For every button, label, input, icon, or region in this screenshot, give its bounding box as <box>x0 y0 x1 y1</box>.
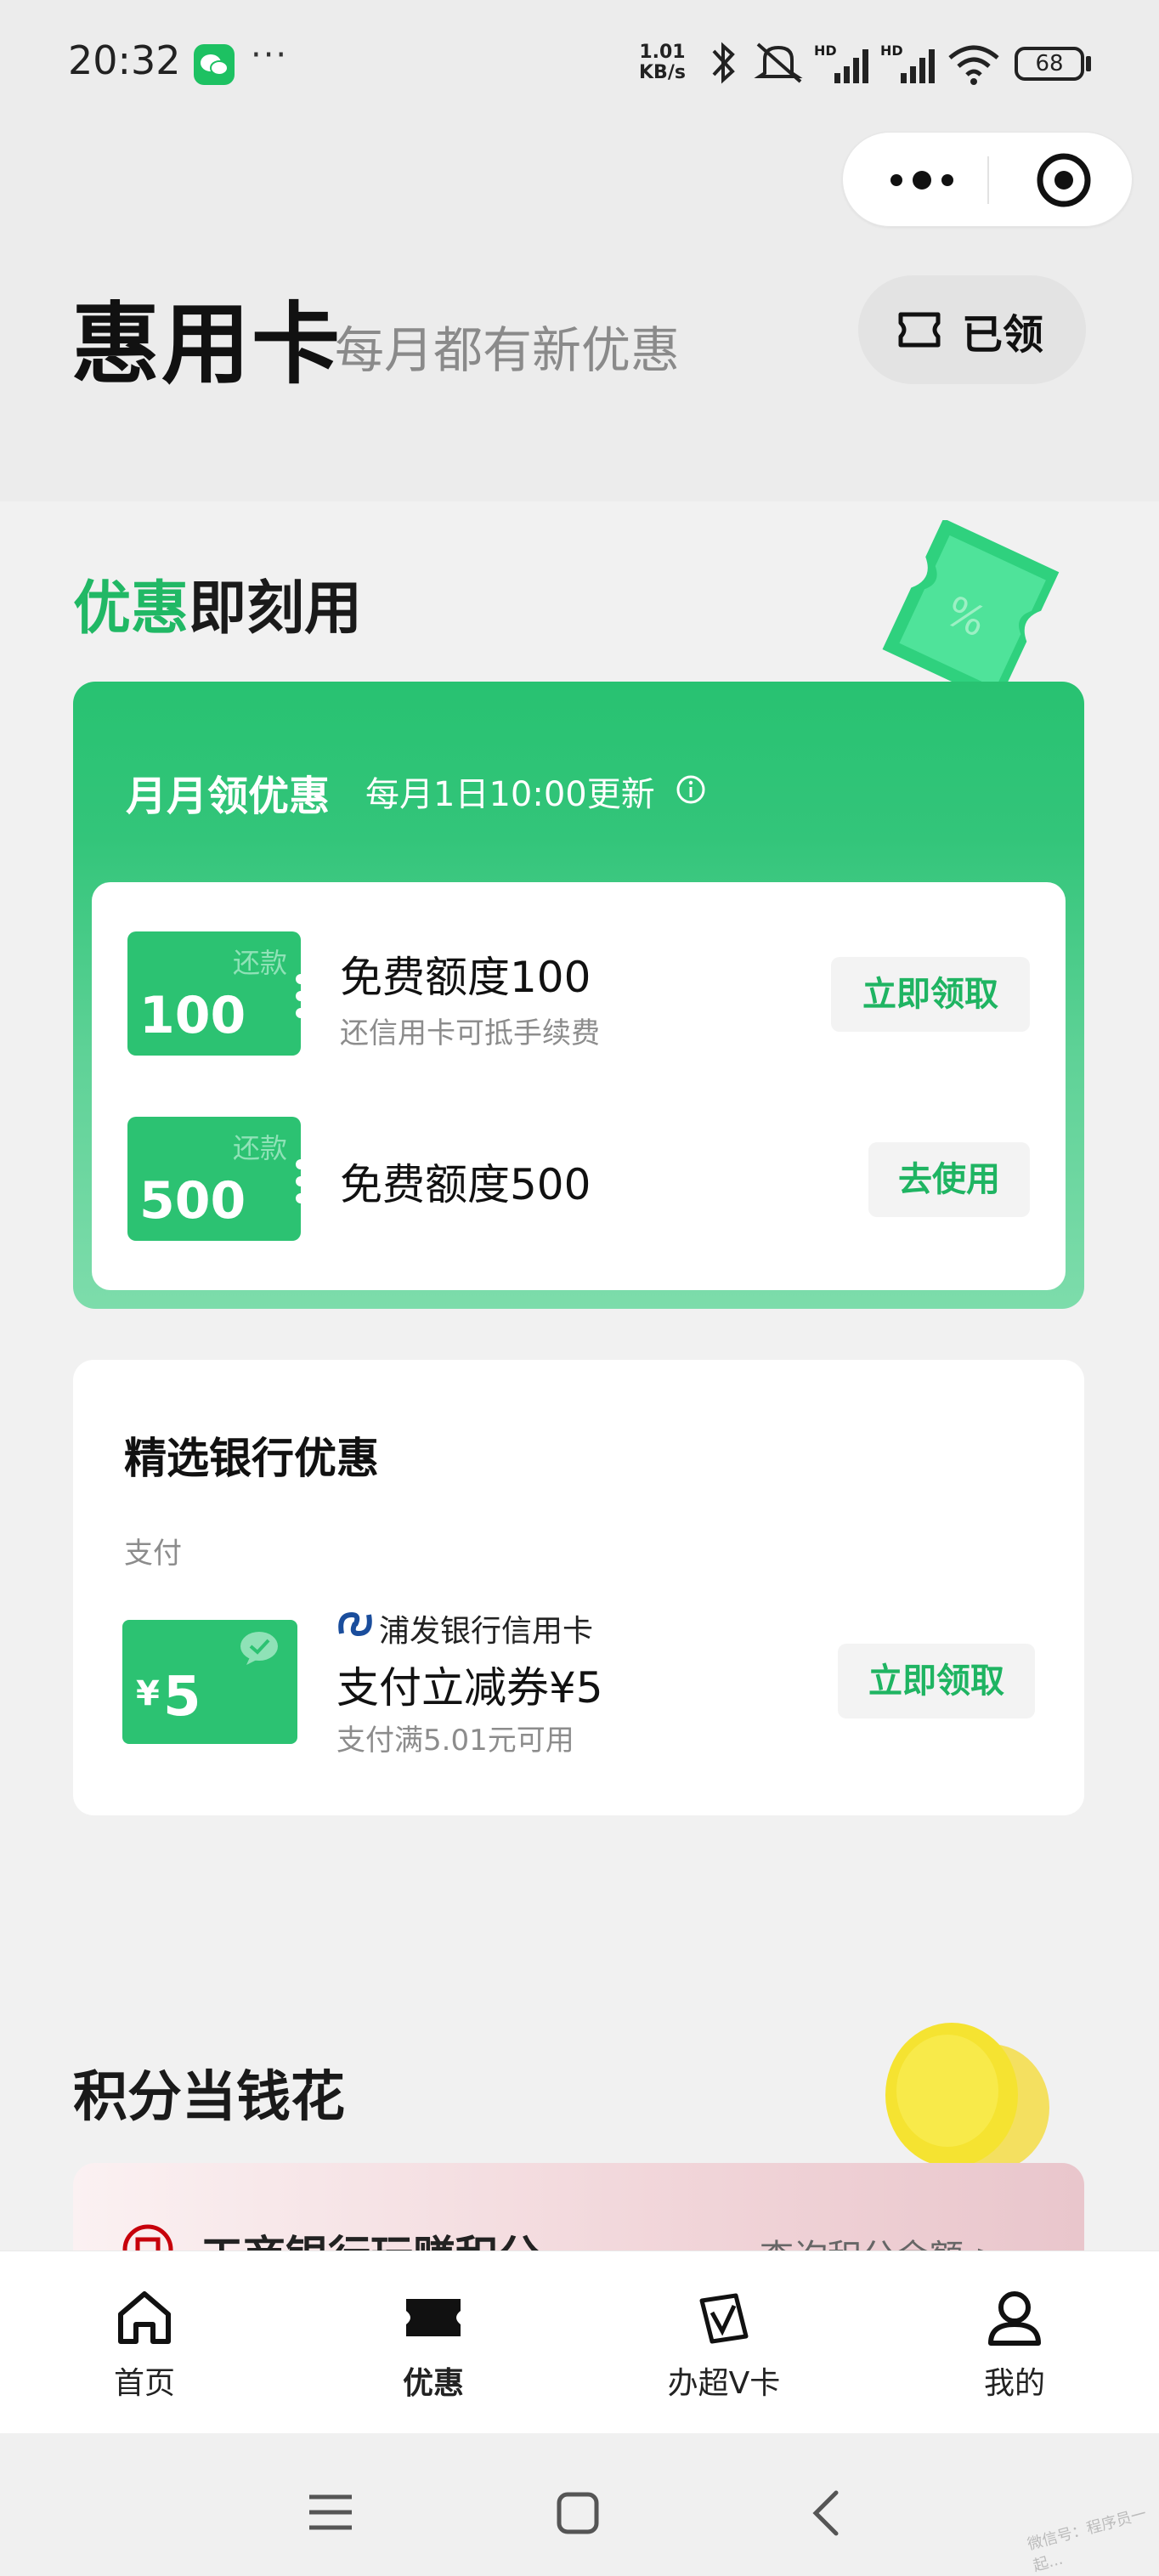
more-menu-button[interactable] <box>884 161 960 199</box>
payment-coupon: ¥ 5 <box>122 1620 297 1744</box>
net-speed-value: 1.01 <box>639 42 686 63</box>
offer-title: 免费额度500 <box>340 1160 591 1209</box>
tab-offers[interactable]: 优惠 <box>340 2251 527 2434</box>
coupon-amount: 5 <box>163 1666 201 1729</box>
tab-vcard[interactable]: 办超V卡 <box>630 2251 817 2434</box>
back-icon[interactable] <box>809 2489 843 2537</box>
coupon-notch <box>296 1176 306 1186</box>
tab-label: 首页 <box>113 2366 175 2401</box>
monthly-offers-list: 还款 100 免费额度100 还信用卡可抵手续费 立即领取 还款 500 免费额… <box>92 882 1066 1290</box>
repay-coupon: 还款 100 <box>127 931 306 1056</box>
repay-coupon: 还款 500 <box>127 1117 306 1241</box>
coupon-notch <box>296 974 306 984</box>
section-title-rest: 即刻用 <box>189 575 363 643</box>
bank-offers-category: 支付 <box>124 1537 182 1571</box>
bank-offers-title: 精选银行优惠 <box>124 1434 379 1483</box>
wechat-pay-icon <box>240 1632 278 1665</box>
section-title-highlight: 优惠 <box>73 575 189 643</box>
battery-icon: 68 <box>1015 47 1084 81</box>
close-miniprogram-button[interactable] <box>1035 151 1093 209</box>
offer-desc: 还信用卡可抵手续费 <box>340 1016 600 1050</box>
coupon-notch <box>296 1159 306 1169</box>
offer-title: 免费额度100 <box>340 953 591 1002</box>
status-bar: 20:32 ··· 1.01 KB/s HD HD 68 <box>0 0 1159 127</box>
signal-icon <box>901 49 935 83</box>
coupon-notch <box>296 1008 306 1018</box>
battery-cap <box>1086 56 1091 71</box>
capsule-divider <box>987 156 989 204</box>
coupon-decoration-icon: % <box>882 520 1060 690</box>
payment-offer-title: 支付立减券¥5 <box>336 1663 603 1713</box>
more-icon: ··· <box>251 36 289 75</box>
status-time: 20:32 <box>68 37 181 83</box>
coupon-amount: 500 <box>139 1171 246 1231</box>
coupon-notch <box>296 991 306 1001</box>
bank-offers-card: 精选银行优惠 支付 ¥ 5 浦发银行信用卡 支付立减券¥5 支付满5.01元可用… <box>73 1360 1084 1815</box>
coupon-tag: 还款 <box>232 1132 287 1164</box>
target-icon <box>1037 153 1091 207</box>
home-square-icon[interactable] <box>556 2491 600 2535</box>
miniprogram-capsule <box>842 132 1133 227</box>
claimed-label: 已领 <box>962 311 1044 359</box>
bank-name: 浦发银行信用卡 <box>379 1614 594 1649</box>
payment-offer-desc: 支付满5.01元可用 <box>336 1724 574 1758</box>
page-title: 惠用卡 <box>71 292 342 396</box>
bottom-tabbar: 首页 优惠 办超V卡 我的 <box>0 2250 1159 2434</box>
claim-now-button[interactable]: 立即领取 <box>831 957 1030 1032</box>
spdb-logo-icon <box>338 1611 372 1637</box>
monthly-offers-card: 月月领优惠 每月1日10:00更新 还款 100 免费额度100 还信用卡可抵手… <box>73 682 1084 1309</box>
user-icon <box>988 2291 1041 2346</box>
tab-me[interactable]: 我的 <box>921 2251 1108 2434</box>
signal-icon <box>834 49 868 83</box>
claimed-button[interactable]: 已领 <box>858 275 1086 384</box>
bluetooth-icon <box>712 42 735 84</box>
tab-label: 优惠 <box>402 2366 464 2401</box>
coupon-tag: 还款 <box>232 947 287 979</box>
info-icon[interactable] <box>675 773 707 806</box>
cards-icon <box>699 2293 749 2344</box>
coupon-currency: ¥ <box>136 1674 160 1713</box>
claim-payment-coupon-button[interactable]: 立即领取 <box>838 1644 1035 1718</box>
tab-label: 我的 <box>983 2366 1045 2401</box>
page-subtitle: 每月都有新优惠 <box>335 321 681 379</box>
net-speed-unit: KB/s <box>639 62 686 83</box>
list-item: 还款 500 免费额度500 去使用 <box>92 1086 1066 1290</box>
wifi-icon <box>948 45 999 85</box>
net-speed: 1.01 KB/s <box>639 42 686 83</box>
list-item: 还款 100 免费额度100 还信用卡可抵手续费 立即领取 <box>92 882 1066 1086</box>
tab-label: 办超V卡 <box>667 2366 781 2401</box>
coupon-amount: 100 <box>139 986 246 1045</box>
coupon-notch <box>296 1193 306 1203</box>
monthly-offers-update-note: 每月1日10:00更新 <box>365 775 655 814</box>
section-title-instant: 优惠即刻用 <box>73 561 362 645</box>
system-navbar <box>0 2433 1159 2576</box>
more-dots-icon <box>890 171 953 190</box>
ticket-icon <box>406 2299 461 2336</box>
tab-home[interactable]: 首页 <box>51 2251 238 2434</box>
home-icon <box>118 2291 171 2344</box>
wechat-icon <box>194 44 235 85</box>
coins-decoration-icon <box>885 2023 1049 2167</box>
section-title-points: 积分当钱花 <box>73 2066 345 2129</box>
use-now-button[interactable]: 去使用 <box>868 1142 1030 1217</box>
mute-icon <box>754 42 803 83</box>
menu-icon[interactable] <box>308 2493 353 2532</box>
monthly-offers-heading: 月月领优惠 <box>126 773 331 820</box>
ticket-outline-icon <box>898 312 941 348</box>
